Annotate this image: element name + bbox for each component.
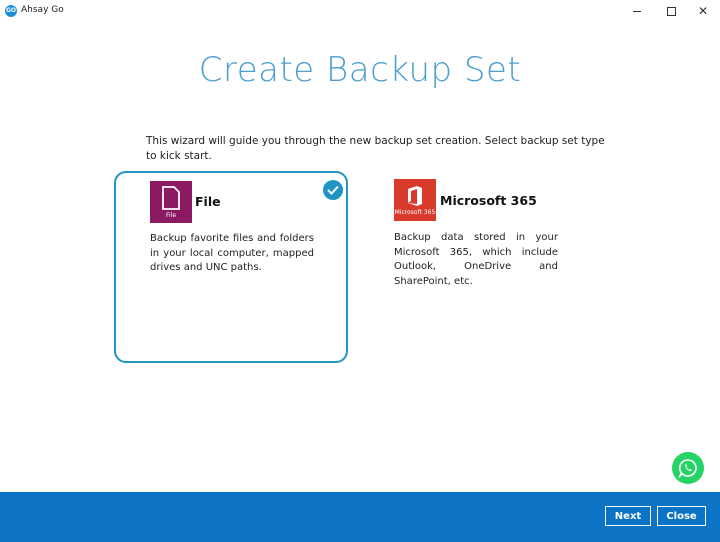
footer-bar: Next Close bbox=[0, 492, 720, 542]
page-title: Create Backup Set bbox=[198, 50, 522, 90]
file-card-title: File bbox=[195, 194, 221, 209]
app-logo-icon: GO bbox=[5, 5, 17, 17]
window-close-button[interactable]: ✕ bbox=[686, 0, 720, 22]
minimize-button[interactable] bbox=[620, 0, 654, 22]
window-title: Ahsay Go bbox=[21, 5, 64, 15]
file-card-description: Backup favorite files and folders in you… bbox=[150, 233, 314, 273]
wizard-intro-text: This wizard will guide you through the n… bbox=[146, 135, 605, 162]
title-bar: GO Ahsay Go ✕ bbox=[0, 0, 720, 22]
m365-card-title: Microsoft 365 bbox=[440, 193, 537, 208]
selected-check-icon bbox=[323, 180, 343, 200]
backup-type-m365-card[interactable]: Microsoft 365 Microsoft 365 Backup data … bbox=[394, 179, 564, 299]
next-button[interactable]: Next bbox=[605, 506, 651, 526]
document-icon bbox=[162, 185, 180, 210]
m365-icon-caption: Microsoft 365 bbox=[394, 208, 436, 216]
whatsapp-icon bbox=[678, 459, 697, 478]
maximize-icon bbox=[666, 6, 676, 16]
file-type-icon: File bbox=[150, 181, 192, 223]
close-button[interactable]: Close bbox=[657, 506, 706, 526]
backup-type-file-card[interactable]: File File Backup favorite files and fold… bbox=[114, 171, 348, 363]
file-icon-caption: File bbox=[165, 211, 177, 219]
maximize-button[interactable] bbox=[654, 0, 688, 22]
microsoft-365-icon: Microsoft 365 bbox=[394, 179, 436, 221]
minimize-icon bbox=[633, 10, 641, 12]
m365-card-description: Backup data stored in your Microsoft 365… bbox=[394, 232, 558, 287]
office-logo-icon bbox=[408, 185, 422, 206]
whatsapp-chat-button[interactable] bbox=[672, 452, 704, 484]
close-icon: ✕ bbox=[697, 4, 709, 18]
